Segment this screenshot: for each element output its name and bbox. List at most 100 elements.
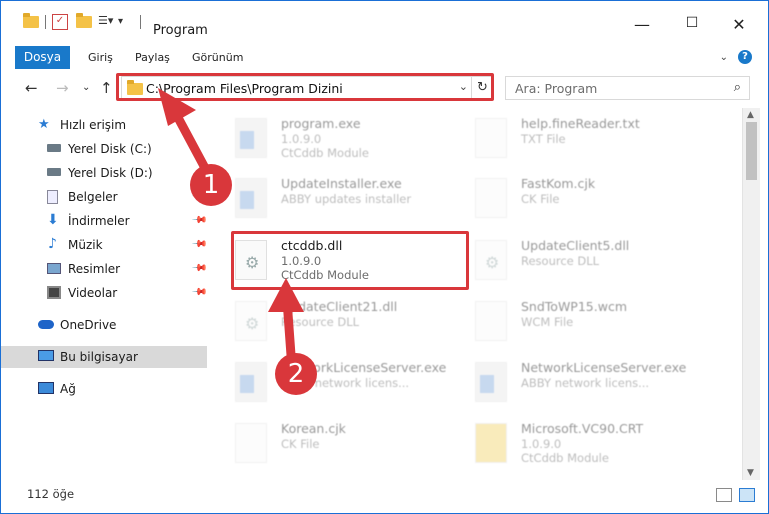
download-icon: ⬇ [47, 212, 59, 228]
network-icon [38, 382, 54, 394]
window-border [760, 108, 769, 480]
exe-file-icon [235, 178, 267, 218]
folder-icon [23, 13, 39, 30]
file-name: FastKom.cjk [521, 176, 596, 191]
sidebar-item-onedrive[interactable]: OneDrive [1, 314, 207, 336]
sidebar-item-label: Bu bilgisayar [60, 350, 138, 364]
file-icon [235, 423, 267, 463]
sidebar-item-network[interactable]: Ağ [1, 378, 207, 400]
sidebar-item-label: Yerel Disk (C:) [68, 142, 152, 156]
minimize-icon[interactable]: — [627, 15, 657, 34]
sidebar-item-label: İndirmeler [68, 214, 130, 228]
file-description: CtCddb Module [281, 146, 369, 160]
sidebar-item-label: Resimler [68, 262, 121, 276]
sidebar-item-label: Ağ [60, 382, 76, 396]
step-1-badge: 1 [190, 164, 232, 206]
file-version: 1.0.9.0 [281, 132, 322, 146]
step-2-badge: 2 [275, 353, 317, 395]
file-list: program.exe 1.0.9.0 CtCddb Module help.f… [208, 108, 742, 480]
help-icon[interactable]: ? [738, 50, 752, 64]
file-item[interactable]: help.fineReader.txt TXT File [448, 110, 683, 168]
file-item[interactable]: NetworkLicenseServer.exe ABBY network li… [208, 354, 446, 412]
pin-icon[interactable]: 📌 [191, 212, 208, 229]
file-type: Resource DLL [521, 254, 600, 268]
file-item[interactable]: Microsoft.VC90.CRT 1.0.9.0 CtCddb Module [448, 415, 683, 473]
details-view-icon[interactable] [716, 488, 732, 502]
recent-locations-icon[interactable]: ⌄ [82, 82, 90, 93]
file-name: Korean.cjk [281, 421, 346, 436]
exe-file-icon [235, 118, 267, 158]
drive-icon [47, 144, 61, 152]
chevron-down-icon[interactable]: ▾ [118, 14, 134, 30]
exe-file-icon [475, 362, 507, 402]
text-file-icon [475, 118, 507, 158]
scroll-down-icon[interactable]: ▼ [747, 468, 754, 478]
pictures-icon [47, 263, 61, 274]
file-item[interactable]: UpdateClient21.dll Resource DLL [208, 293, 443, 351]
status-bar: 112 öğe [0, 480, 769, 514]
quick-access-toolbar: ✓ ☰▾ ▾ [23, 13, 147, 30]
file-item[interactable]: UpdateClient5.dll Resource DLL [448, 232, 683, 290]
sidebar-item-label: Belgeler [68, 190, 118, 204]
pin-icon[interactable]: 📌 [191, 236, 208, 253]
sidebar-item-pictures[interactable]: Resimler 📌 [1, 258, 208, 280]
file-name: UpdateClient21.dll [281, 299, 398, 314]
tab-view[interactable]: Görünüm [192, 51, 243, 64]
search-icon[interactable]: ⌕ [734, 80, 741, 95]
back-arrow-icon[interactable]: ← [25, 79, 38, 97]
sidebar-item-music[interactable]: ♪ Müzik 📌 [1, 234, 208, 256]
file-item[interactable]: SndToWP15.wcm WCM File [448, 293, 683, 351]
file-icon [475, 301, 507, 341]
dll-file-icon [475, 240, 507, 280]
tiles-view-icon[interactable] [739, 488, 755, 502]
tab-share[interactable]: Paylaş [135, 51, 170, 64]
cloud-icon [38, 320, 54, 329]
file-name: UpdateInstaller.exe [281, 176, 402, 191]
tab-file[interactable]: Dosya [15, 46, 70, 69]
file-type: Resource DLL [281, 315, 360, 329]
sidebar-item-drive-d[interactable]: Yerel Disk (D:) [1, 162, 207, 184]
file-item[interactable]: UpdateInstaller.exe ABBY updates install… [208, 170, 443, 228]
file-type: CK File [281, 437, 320, 451]
file-item[interactable]: FastKom.cjk CK File [448, 170, 683, 228]
file-type: WCM File [521, 315, 574, 329]
file-highlight [231, 231, 469, 290]
tab-home[interactable]: Giriş [88, 51, 113, 64]
properties-icon[interactable]: ✓ [52, 14, 68, 30]
file-item[interactable]: NetworkLicenseServer.exe ABBY network li… [448, 354, 686, 412]
vertical-scrollbar[interactable]: ▲ ▼ [742, 108, 760, 480]
dll-file-icon [235, 301, 267, 341]
file-description: CtCddb Module [521, 451, 609, 465]
scroll-thumb[interactable] [746, 122, 757, 180]
chevron-down-icon[interactable]: ⌄ [720, 52, 728, 63]
sidebar-item-drive-c[interactable]: Yerel Disk (C:) [1, 138, 207, 160]
sidebar-item-downloads[interactable]: ⬇ İndirmeler 📌 [1, 210, 208, 232]
sidebar-item-documents[interactable]: Belgeler 📌 [1, 186, 208, 208]
file-type: CK File [521, 192, 560, 206]
item-count: 112 öğe [27, 487, 75, 501]
file-icon [475, 178, 507, 218]
file-item[interactable]: program.exe 1.0.9.0 CtCddb Module [208, 110, 443, 168]
maximize-icon[interactable]: ☐ [677, 15, 707, 31]
new-folder-icon[interactable] [76, 13, 92, 30]
address-highlight [116, 73, 494, 101]
file-name: program.exe [281, 116, 361, 131]
sidebar-item-this-pc[interactable]: Bu bilgisayar [1, 346, 207, 368]
sidebar-item-quick-access[interactable]: ★ Hızlı erişim [1, 114, 207, 136]
customize-toolbar-icon[interactable]: ☰▾ [98, 14, 114, 30]
documents-icon [47, 190, 58, 204]
sidebar-item-videos[interactable]: Videolar 📌 [1, 282, 208, 304]
file-item[interactable]: Korean.cjk CK File [208, 415, 443, 473]
file-name: help.fineReader.txt [521, 116, 640, 131]
pin-icon[interactable]: 📌 [191, 260, 208, 277]
close-icon[interactable]: ✕ [724, 15, 754, 34]
scroll-up-icon[interactable]: ▲ [747, 110, 754, 120]
forward-arrow-icon[interactable]: → [56, 79, 69, 97]
file-description: ABBY updates installer [281, 192, 412, 206]
up-arrow-icon[interactable]: ↑ [100, 79, 113, 97]
title-bar: ✓ ☰▾ ▾ Program — ☐ ✕ [0, 0, 769, 44]
file-type: TXT File [521, 132, 566, 146]
video-icon [47, 286, 61, 299]
search-input[interactable]: Ara: Program ⌕ [505, 76, 750, 100]
pin-icon[interactable]: 📌 [191, 284, 208, 301]
